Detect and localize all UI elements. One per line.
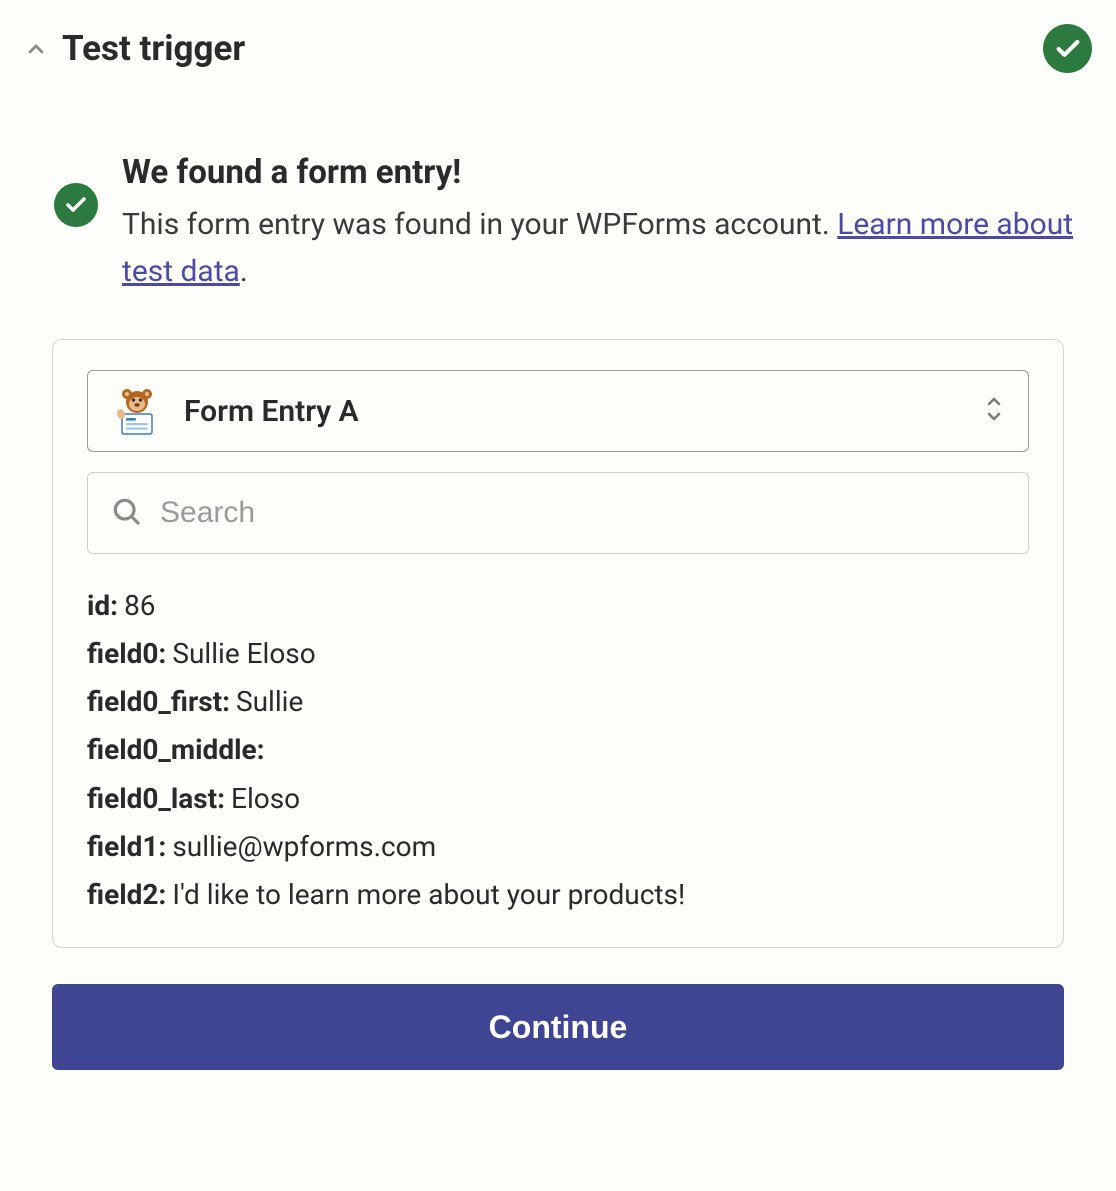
collapse-toggle[interactable] [24, 37, 48, 61]
field-row: field0_middle: [87, 726, 1029, 774]
field-key: field1: [87, 830, 166, 863]
field-value: I'd like to learn more about your produc… [172, 878, 685, 911]
field-value: 86 [124, 589, 155, 622]
search-box[interactable] [87, 472, 1029, 554]
message-body-after: . [240, 254, 248, 289]
search-icon [110, 495, 142, 531]
fields-list: id:86 field0:Sullie Eloso field0_first:S… [87, 582, 1029, 919]
message-title: We found a form entry! [122, 153, 1092, 192]
continue-button[interactable]: Continue [52, 984, 1064, 1070]
field-value: sullie@wpforms.com [172, 830, 436, 863]
message-body: This form entry was found in your WPForm… [122, 202, 1092, 295]
check-icon [1054, 35, 1082, 63]
field-value: Sullie [236, 685, 303, 718]
found-entry-message: We found a form entry! This form entry w… [24, 153, 1092, 295]
section-title: Test trigger [62, 28, 245, 69]
field-row: field0:Sullie Eloso [87, 630, 1029, 678]
field-key: field2: [87, 878, 166, 911]
field-key: id: [87, 589, 118, 622]
wpforms-app-icon [110, 384, 164, 438]
check-icon [64, 193, 88, 217]
field-key: field0_last: [87, 782, 225, 815]
selector-selected-label: Form Entry A [184, 394, 962, 429]
field-key: field0_middle: [87, 733, 265, 766]
field-row: field1:sullie@wpforms.com [87, 823, 1029, 871]
field-row: id:86 [87, 582, 1029, 630]
field-value: Eloso [231, 782, 300, 815]
message-body-text: This form entry was found in your WPForm… [122, 207, 837, 242]
field-key: field0: [87, 637, 166, 670]
chevron-up-icon [24, 36, 48, 62]
field-key: field0_first: [87, 685, 230, 718]
field-value: Sullie Eloso [172, 637, 315, 670]
entry-card: Form Entry A id:86 field0:Sullie Eloso f… [52, 339, 1064, 948]
form-entry-selector[interactable]: Form Entry A [87, 370, 1029, 452]
search-input[interactable] [160, 496, 1006, 530]
chevrons-up-down-icon [982, 393, 1006, 429]
message-success-badge [54, 183, 98, 227]
field-row: field0_last:Eloso [87, 775, 1029, 823]
status-success-badge [1043, 24, 1092, 73]
field-row: field2:I'd like to learn more about your… [87, 871, 1029, 919]
field-row: field0_first:Sullie [87, 678, 1029, 726]
